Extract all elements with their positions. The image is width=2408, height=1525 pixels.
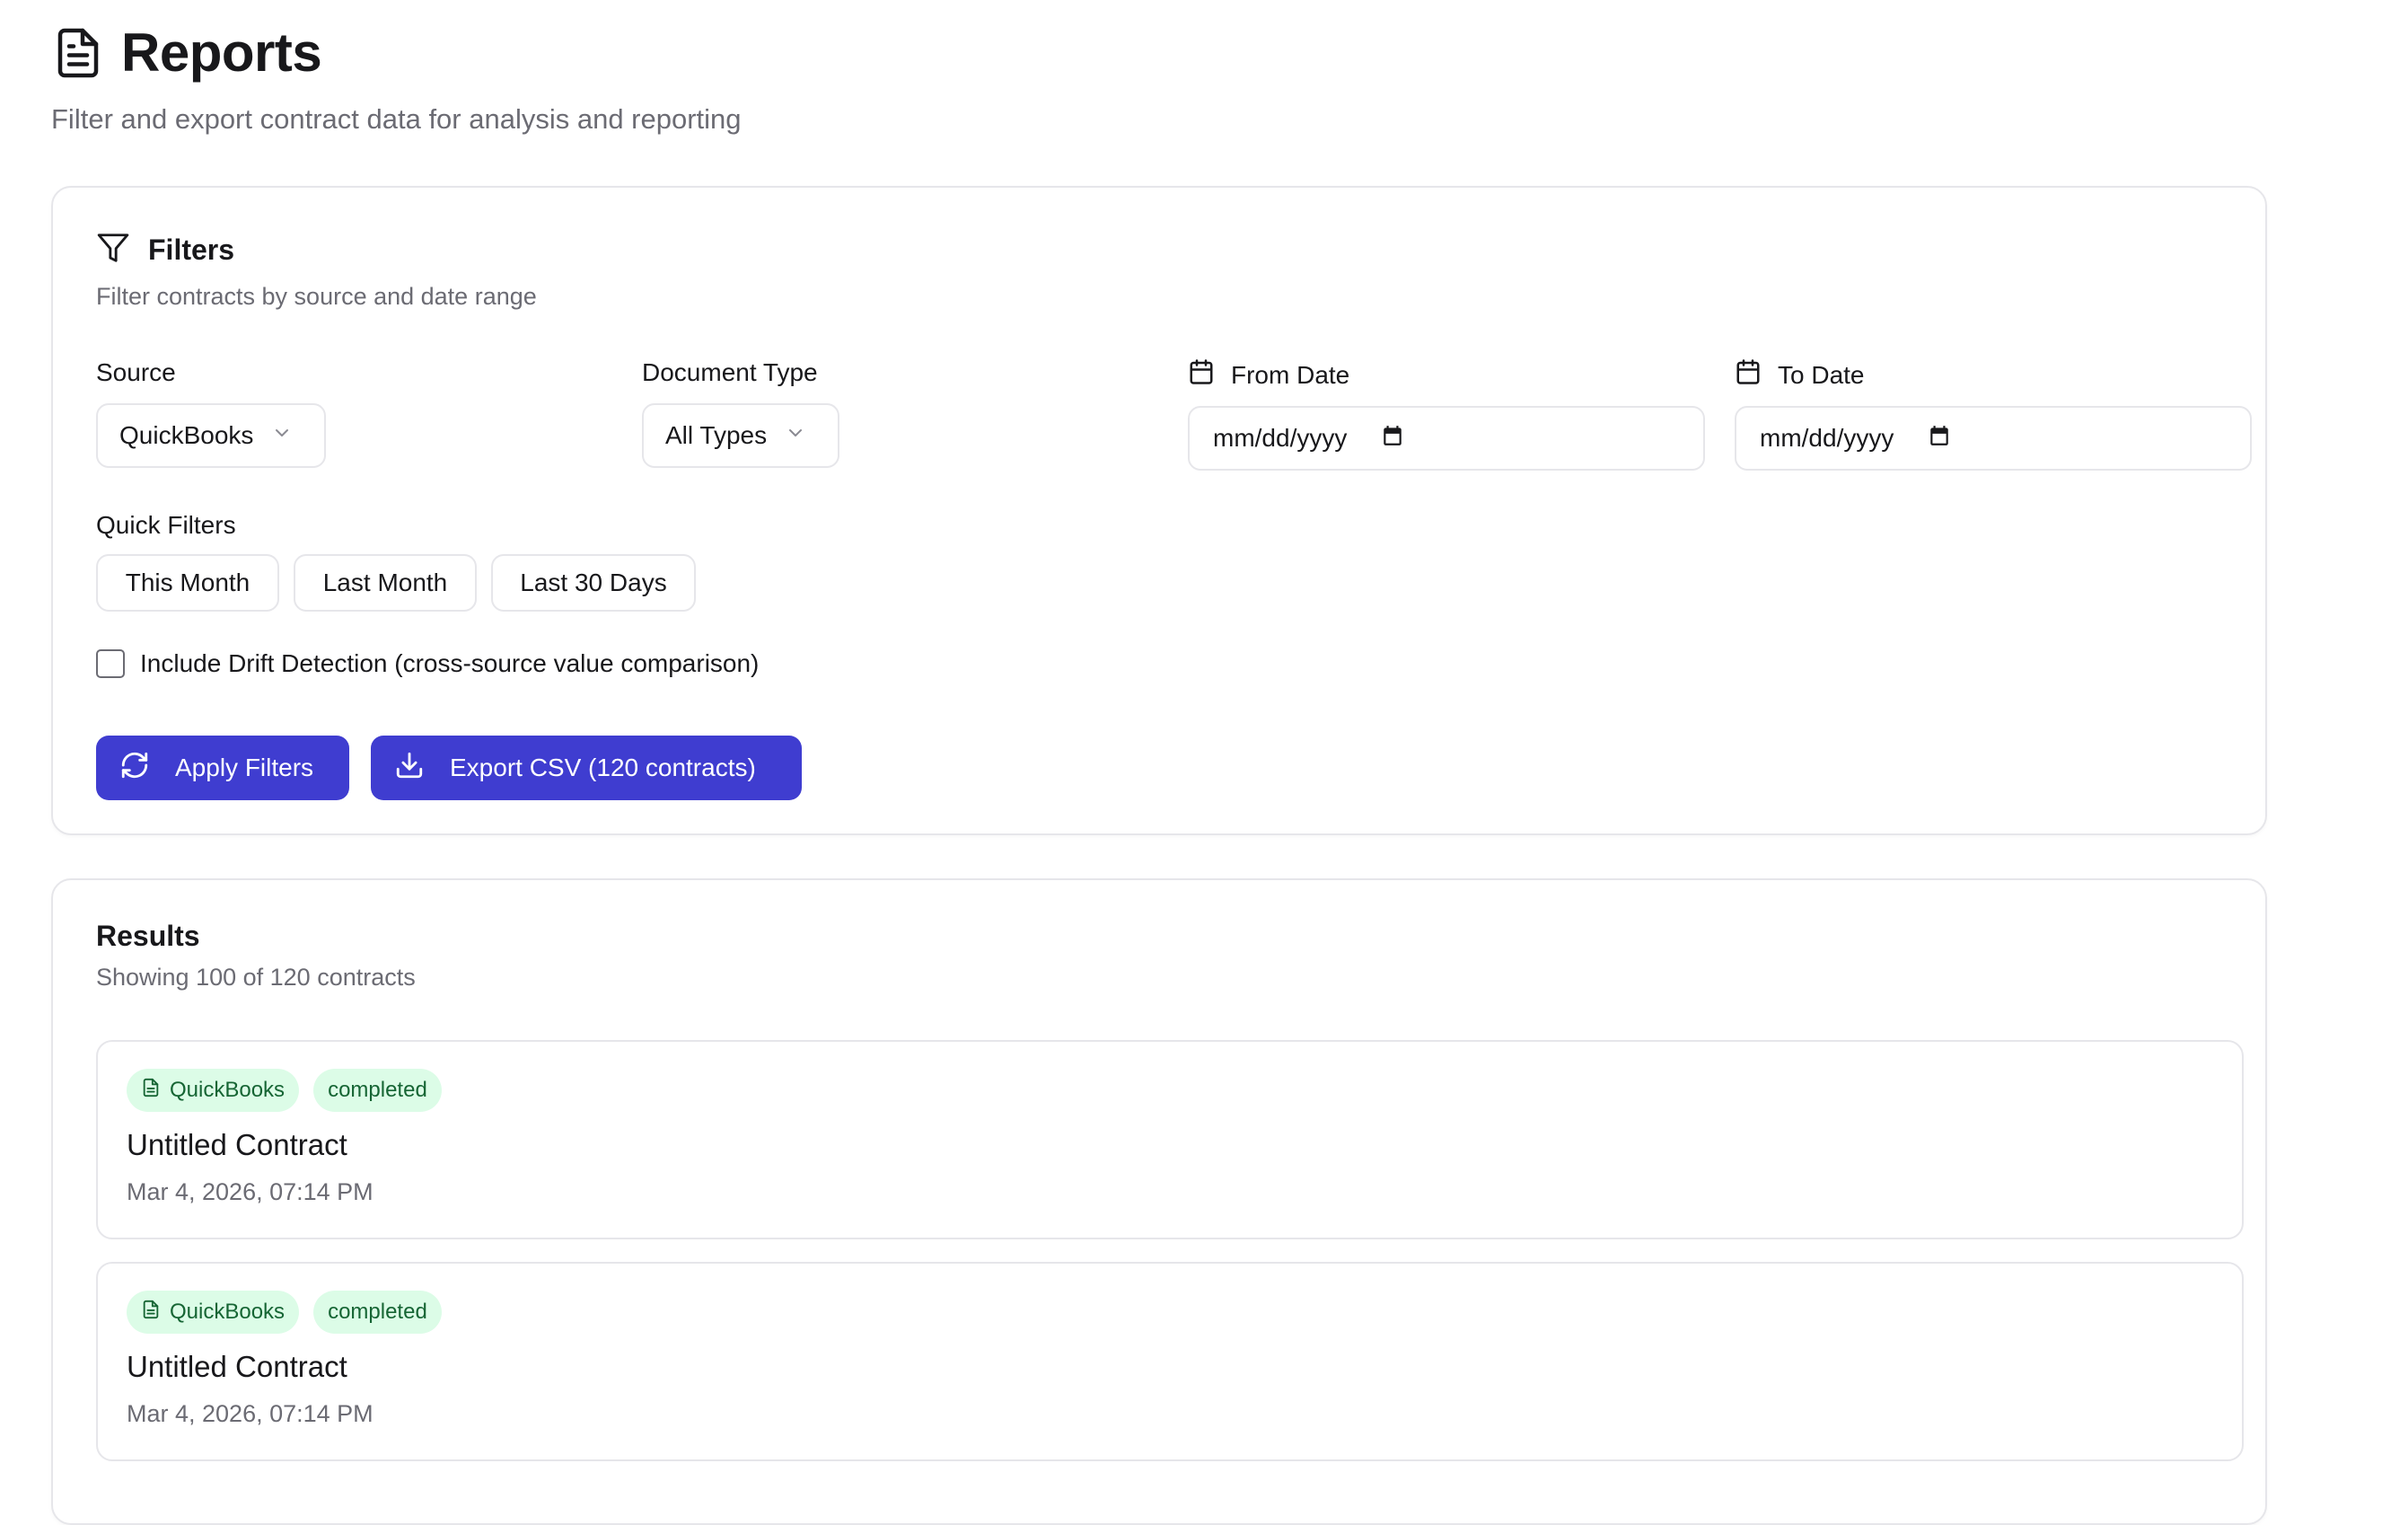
source-label: Source [96,358,176,386]
item-badges: QuickBooks completed [127,1069,456,1112]
from-date-label-text: From Date [1231,360,1350,389]
document-type-select[interactable]: All Types [642,403,839,468]
chevron-down-icon [271,421,293,450]
results-card: Results Showing 100 of 120 contracts Qui… [51,878,2267,1525]
filters-card: Filters Filter contracts by source and d… [51,186,2267,835]
document-type-label: Document Type [642,358,818,386]
chevron-down-icon [785,421,806,450]
calendar-icon [1735,358,1778,392]
from-date-input[interactable]: mm/dd/yyyy [1188,406,1705,471]
file-text-icon [141,1300,170,1326]
file-text-icon [141,1078,170,1104]
page-title: Reports [121,22,322,83]
quick-filter-this-month[interactable]: This Month [96,554,279,612]
results-header: Results [96,920,200,953]
item-title: Untitled Contract [127,1128,347,1161]
to-date-placeholder: mm/dd/yyyy [1760,424,1894,452]
refresh-icon [119,750,175,787]
list-item[interactable]: QuickBooks completed Untitled Contract M… [96,1040,2244,1239]
page-header: Reports [51,22,322,84]
quick-filters-label: Quick Filters [96,511,236,539]
source-badge: QuickBooks [127,1069,300,1112]
status-badge: completed [313,1291,442,1334]
to-date-label: To Date [1735,358,1865,392]
source-select-value: QuickBooks [119,421,254,449]
reports-page: Reports Filter and export contract data … [0,0,2408,1525]
download-icon [394,750,450,787]
from-date-placeholder: mm/dd/yyyy [1213,424,1348,452]
source-badge-label: QuickBooks [170,1078,286,1102]
export-csv-button[interactable]: Export CSV (120 contracts) [371,736,802,800]
filters-title: Filters [148,234,235,266]
item-badges: QuickBooks completed [127,1291,456,1334]
quick-filter-last-month[interactable]: Last Month [294,554,477,612]
item-date: Mar 4, 2026, 07:14 PM [127,1178,374,1205]
source-badge: QuickBooks [127,1291,300,1334]
document-type-select-value: All Types [665,421,768,449]
status-badge: completed [313,1069,442,1112]
results-title: Results [96,920,200,952]
to-date-label-text: To Date [1778,360,1865,389]
apply-filters-label: Apply Filters [175,754,314,781]
quick-filter-last-30-days[interactable]: Last 30 Days [491,554,696,612]
filters-header: Filters [96,231,234,269]
apply-filters-button[interactable]: Apply Filters [96,736,349,800]
export-csv-label: Export CSV (120 contracts) [450,754,756,781]
calendar-icon[interactable] [1928,424,1951,454]
to-date-input[interactable]: mm/dd/yyyy [1735,406,2252,471]
filters-description: Filter contracts by source and date rang… [96,283,537,310]
from-date-label: From Date [1188,358,1349,392]
results-summary: Showing 100 of 120 contracts [96,964,416,991]
list-item[interactable]: QuickBooks completed Untitled Contract M… [96,1262,2244,1461]
filter-icon [96,231,130,269]
drift-detection-label[interactable]: Include Drift Detection (cross-source va… [140,649,759,678]
file-text-icon [51,22,105,84]
calendar-icon[interactable] [1381,424,1404,454]
item-date: Mar 4, 2026, 07:14 PM [127,1400,374,1427]
calendar-icon [1188,358,1231,392]
page-subtitle: Filter and export contract data for anal… [51,103,742,135]
drift-detection-checkbox[interactable] [96,649,125,678]
source-select[interactable]: QuickBooks [96,403,326,468]
source-badge-label: QuickBooks [170,1300,286,1324]
item-title: Untitled Contract [127,1350,347,1383]
drift-detection-row: Include Drift Detection (cross-source va… [96,649,759,678]
